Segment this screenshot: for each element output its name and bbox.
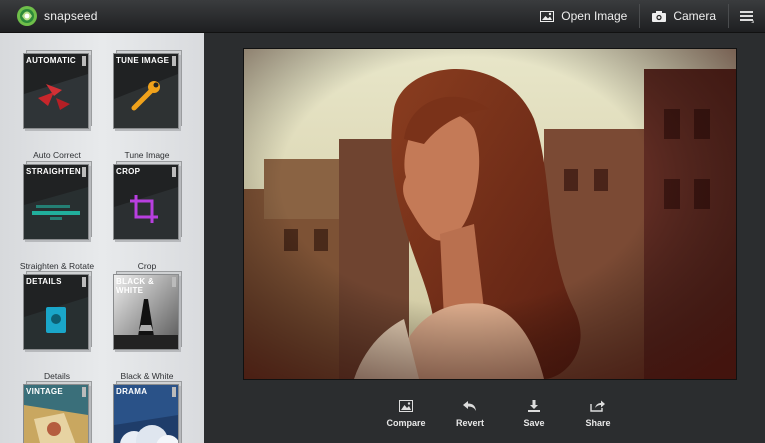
- tool-tile: AUTOMATIC: [23, 53, 89, 129]
- app-logo: snapseed: [14, 4, 98, 28]
- tool-label: Black & White: [120, 371, 174, 381]
- save-icon: [528, 400, 540, 412]
- sharpener-icon: [24, 275, 88, 349]
- tool-straighten-rotate[interactable]: STRAIGHTEN Straighten & Rotate: [12, 161, 102, 276]
- tool-vintage[interactable]: VINTAGE: [12, 381, 102, 443]
- open-image-button[interactable]: Open Image: [528, 0, 639, 32]
- save-label: Save: [523, 418, 545, 428]
- tool-label: Straighten & Rotate: [19, 261, 95, 271]
- tools-sidebar: AUTOMATIC Auto Correct TUNE IMAGE Tune I…: [0, 33, 204, 443]
- tile-tab: [82, 277, 86, 287]
- tool-label: Auto Correct: [33, 150, 81, 160]
- tool-details[interactable]: DETAILS Details: [12, 271, 102, 386]
- tool-tile-title: AUTOMATIC: [26, 56, 76, 65]
- tile-tab: [172, 56, 176, 66]
- tool-tile-title: DRAMA: [116, 387, 148, 396]
- tool-drama[interactable]: DRAMA: [102, 381, 192, 443]
- tile-tab: [82, 56, 86, 66]
- tool-label: Details: [44, 371, 70, 381]
- tool-tile-title: TUNE IMAGE: [116, 56, 170, 65]
- tile-tab: [172, 387, 176, 397]
- revert-icon: [463, 401, 476, 411]
- tool-black-white[interactable]: BLACK & WHITE Black & White: [102, 271, 192, 386]
- straighten-icon: [24, 165, 88, 239]
- tool-label: Crop: [137, 261, 157, 271]
- menu-icon: [740, 11, 754, 23]
- open-image-label: Open Image: [561, 9, 628, 23]
- tool-tile: DRAMA: [113, 384, 179, 443]
- tool-crop[interactable]: CROP Crop: [102, 161, 192, 276]
- tool-tile: VINTAGE: [23, 384, 89, 443]
- tool-tile-title: STRAIGHTEN: [26, 167, 81, 176]
- tile-tab: [172, 167, 176, 177]
- share-label: Share: [585, 418, 611, 428]
- tool-label: Tune Image: [124, 150, 170, 160]
- wrench-icon: [114, 54, 178, 128]
- compare-label: Compare: [386, 418, 426, 428]
- compare-icon: [399, 400, 413, 412]
- tool-auto-correct[interactable]: AUTOMATIC Auto Correct: [12, 50, 102, 165]
- bottom-action-bar: Compare Revert Save Share: [374, 400, 630, 428]
- compare-button[interactable]: Compare: [374, 400, 438, 428]
- revert-button[interactable]: Revert: [438, 400, 502, 428]
- app-name: snapseed: [44, 9, 98, 23]
- tool-tile: CROP: [113, 164, 179, 240]
- tool-tile: STRAIGHTEN: [23, 164, 89, 240]
- tile-tab: [172, 277, 176, 287]
- tool-tile: BLACK & WHITE: [113, 274, 179, 350]
- tool-tile-title: BLACK & WHITE: [116, 277, 155, 295]
- tile-tab: [82, 387, 86, 397]
- tool-tile-title: VINTAGE: [26, 387, 64, 396]
- snapseed-logo-icon: [17, 6, 37, 26]
- tool-tile-title: DETAILS: [26, 277, 62, 286]
- camera-icon: [652, 10, 667, 22]
- tool-tile-title: CROP: [116, 167, 141, 176]
- crop-icon: [114, 165, 178, 239]
- overflow-menu-button[interactable]: [729, 0, 765, 32]
- revert-label: Revert: [455, 418, 484, 428]
- share-icon: [590, 400, 605, 412]
- camera-button[interactable]: Camera: [640, 0, 728, 32]
- image-icon: [540, 10, 555, 22]
- auto-correct-icon: [24, 54, 88, 128]
- photo-canvas[interactable]: [243, 48, 737, 380]
- share-button[interactable]: Share: [566, 400, 630, 428]
- top-bar: snapseed Open Image Camera: [0, 0, 765, 33]
- tool-tile: TUNE IMAGE: [113, 53, 179, 129]
- camera-label: Camera: [673, 9, 716, 23]
- tool-tune-image[interactable]: TUNE IMAGE Tune Image: [102, 50, 192, 165]
- edited-photo: [244, 49, 736, 379]
- tool-tile: DETAILS: [23, 274, 89, 350]
- tile-tab: [82, 167, 86, 177]
- save-button[interactable]: Save: [502, 400, 566, 428]
